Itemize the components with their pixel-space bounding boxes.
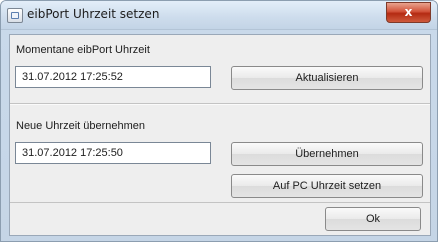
new-time-field[interactable] xyxy=(15,142,211,164)
close-button[interactable]: x xyxy=(386,2,431,23)
current-time-label: Momentane eibPort Uhrzeit xyxy=(16,44,150,56)
refresh-button[interactable]: Aktualisieren xyxy=(231,66,423,90)
dialog-window: eibPort Uhrzeit setzen x Momentane eibPo… xyxy=(0,0,438,242)
ok-button[interactable]: Ok xyxy=(325,207,421,231)
apply-button[interactable]: Übernehmen xyxy=(231,142,423,166)
dialog-footer: Ok xyxy=(10,203,430,235)
current-time-field[interactable] xyxy=(15,66,211,88)
content-panel: Momentane eibPort Uhrzeit Aktualisieren … xyxy=(9,34,431,236)
set-pc-time-button[interactable]: Auf PC Uhrzeit setzen xyxy=(231,174,423,198)
title-bar[interactable]: eibPort Uhrzeit setzen x xyxy=(1,1,437,30)
app-window-icon xyxy=(7,8,23,23)
window-title: eibPort Uhrzeit setzen xyxy=(27,7,160,21)
new-time-label: Neue Uhrzeit übernehmen xyxy=(16,120,146,132)
section-divider xyxy=(10,103,430,105)
